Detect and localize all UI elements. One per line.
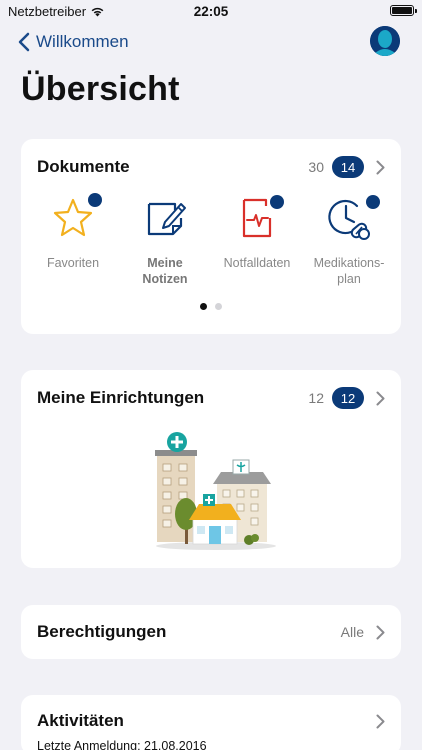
documents-badge: 14 [332, 156, 364, 178]
back-button[interactable]: Willkommen [18, 32, 129, 52]
star-icon [50, 193, 102, 241]
activities-title: Aktivitäten [37, 711, 124, 730]
permissions-title: Berechtigungen [37, 622, 167, 641]
tile-label: Favoriten [46, 256, 100, 270]
chevron-left-icon [18, 32, 30, 52]
documents-title: Dokumente [37, 157, 130, 176]
new-indicator-dot [88, 193, 102, 207]
last-login-text: Letzte Anmeldung: 21.08.2016 [37, 739, 207, 750]
avatar[interactable] [370, 26, 400, 56]
permissions-value: Alle [340, 624, 364, 640]
chevron-right-icon [376, 714, 385, 729]
activities-card[interactable]: Aktivitäten Letzte Anmeldung: 21.08.2016 [21, 695, 401, 750]
documents-header[interactable]: Dokumente 30 14 [37, 139, 385, 195]
tile-label: Meine Notizen [142, 256, 188, 286]
tile-notes[interactable]: Meine Notizen [121, 195, 209, 287]
back-label: Willkommen [36, 32, 129, 51]
facilities-header[interactable]: Meine Einrichtungen 12 12 [37, 370, 385, 426]
tile-emergency-data[interactable]: Notfalldaten [213, 195, 301, 287]
medication-plan-icon [326, 195, 380, 241]
emergency-data-icon [234, 195, 284, 241]
page-dot [215, 303, 222, 310]
user-avatar-icon [370, 26, 400, 56]
battery-icon [390, 5, 417, 16]
permissions-header: Berechtigungen Alle [37, 605, 385, 659]
page-dot-active [200, 303, 207, 310]
tile-favorites[interactable]: Favoriten [29, 193, 117, 287]
chevron-right-icon [376, 391, 385, 406]
facilities-badge: 12 [332, 387, 364, 409]
new-indicator-dot [270, 195, 284, 209]
facilities-count: 12 [308, 390, 324, 406]
tile-label: Medikations- plan [313, 256, 385, 286]
permissions-card[interactable]: Berechtigungen Alle [21, 605, 401, 659]
tile-label: Notfalldaten [223, 256, 291, 270]
page-indicator[interactable] [21, 303, 401, 310]
facilities-card: Meine Einrichtungen 12 12 [21, 370, 401, 568]
status-bar: Netzbetreiber 22:05 [0, 0, 422, 22]
new-indicator-dot [366, 195, 380, 209]
facilities-title: Meine Einrichtungen [37, 388, 205, 407]
chevron-right-icon [376, 625, 385, 640]
navigation-bar: Willkommen [0, 26, 422, 62]
documents-tiles: Favoriten Meine Notizen Notfalldaten Med… [21, 193, 401, 287]
clock: 22:05 [193, 4, 229, 19]
page-title: Übersicht [21, 70, 180, 108]
hospital-illustration [151, 432, 281, 552]
documents-count: 30 [308, 159, 324, 175]
chevron-right-icon [376, 160, 385, 175]
documents-card: Dokumente 30 14 Favoriten Meine Notizen … [21, 139, 401, 334]
tile-medication-plan[interactable]: Medikations- plan [305, 195, 393, 287]
notes-icon [142, 195, 188, 241]
